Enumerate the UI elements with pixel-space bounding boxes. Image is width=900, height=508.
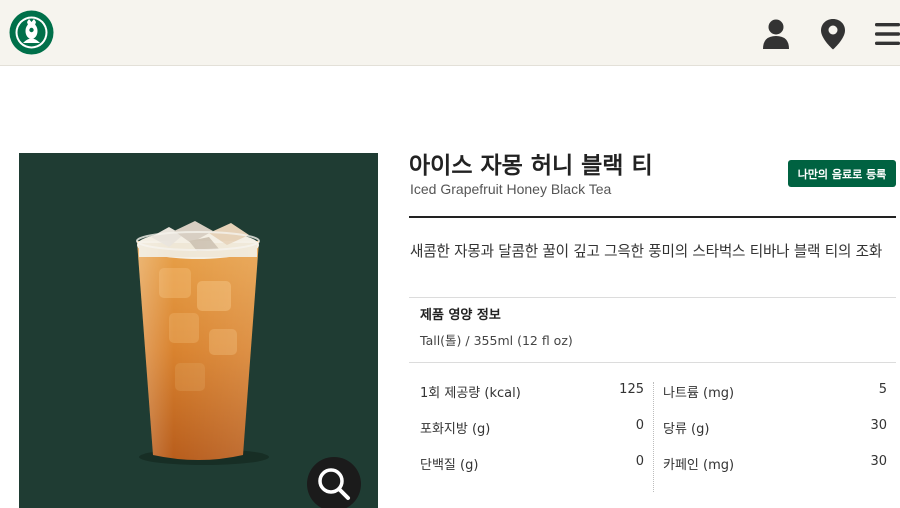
nutrition-left-column: 1회 제공량 (kcal) 125 포화지방 (g) 0 단백질 (g) 0 [420, 382, 644, 490]
nutrition-value: 0 [635, 454, 644, 469]
nutrition-label: 카페인 (mg) [663, 458, 735, 473]
location-pin-icon[interactable] [818, 18, 848, 50]
nutrition-value: 0 [635, 418, 644, 433]
nutrition-label: 당류 (g) [663, 422, 710, 437]
nutrition-value: 5 [878, 382, 887, 397]
site-header [0, 0, 900, 66]
menu-icon[interactable] [873, 18, 900, 50]
serving-size: Tall(톨) / 355ml (12 fl oz) [420, 333, 573, 348]
nutrition-label: 1회 제공량 (kcal) [420, 386, 521, 401]
nutrition-row: 단백질 (g) 0 [420, 454, 644, 490]
description-divider [409, 297, 896, 298]
nutrition-value: 125 [619, 382, 644, 397]
product-description: 새콤한 자몽과 달콤한 꿀이 깊고 그윽한 풍미의 스타벅스 티바나 블랙 티의… [410, 243, 883, 260]
nutrition-divider [409, 362, 896, 363]
nutrition-row: 나트륨 (mg) 5 [663, 382, 887, 418]
nutrition-row: 카페인 (mg) 30 [663, 454, 887, 490]
starbucks-logo-icon[interactable] [9, 10, 54, 55]
nutrition-label: 포화지방 (g) [420, 422, 491, 437]
nutrition-title: 제품 영양 정보 [420, 308, 501, 323]
nutrition-row: 당류 (g) 30 [663, 418, 887, 454]
user-icon[interactable] [761, 18, 791, 50]
nutrition-row: 포화지방 (g) 0 [420, 418, 644, 454]
zoom-button[interactable] [307, 457, 361, 508]
title-divider [409, 216, 896, 218]
nutrition-row: 1회 제공량 (kcal) 125 [420, 382, 644, 418]
register-my-drink-button[interactable]: 나만의 음료로 등록 [788, 160, 896, 187]
nutrition-right-column: 나트륨 (mg) 5 당류 (g) 30 카페인 (mg) 30 [663, 382, 887, 490]
product-image [19, 153, 378, 508]
nutrition-column-divider [653, 382, 654, 492]
product-name-english: Iced Grapefruit Honey Black Tea [410, 181, 612, 197]
nutrition-label: 단백질 (g) [420, 458, 479, 473]
product-name-korean: 아이스 자몽 허니 블랙 티 [409, 153, 653, 179]
nutrition-value: 30 [870, 418, 887, 433]
nutrition-label: 나트륨 (mg) [663, 386, 735, 401]
magnifier-icon [318, 468, 350, 500]
nutrition-value: 30 [870, 454, 887, 469]
iced-tea-drink-image [136, 221, 269, 465]
